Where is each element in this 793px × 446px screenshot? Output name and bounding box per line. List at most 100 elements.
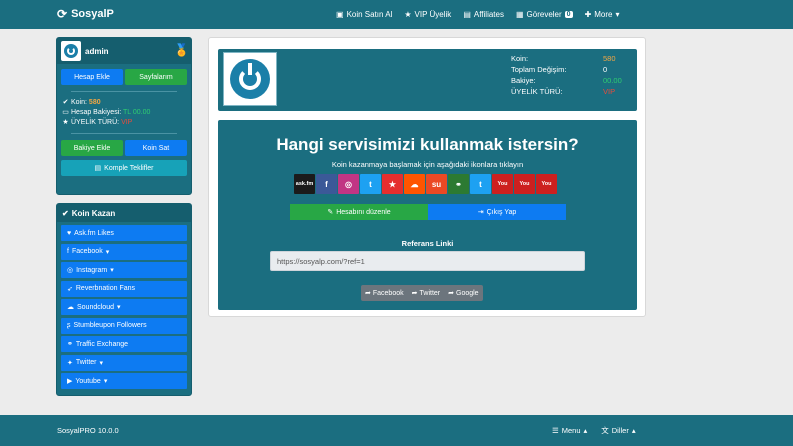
earn-list: ♥ Ask.fm Likes f Facebook ▾ ◎ Instagram ▾ ➶ Re… [57,222,191,389]
soundcloud-icon[interactable]: ☁ [404,174,425,194]
youtube-icon-2[interactable]: You [514,174,535,194]
earn-item-label: Traffic Exchange [75,340,129,348]
stumbleupon-icon[interactable]: su [426,174,447,194]
username: admin [85,46,109,56]
nav-buy-coin-label: Koin Satın Al [346,10,393,19]
youtube-icon: ▶ [67,378,73,385]
nav-vip-label: VIP Üyelik [414,10,452,19]
share-twitter-label: Twitter [419,289,441,297]
caret-up-icon: ▴ [631,426,636,435]
all-offers-button[interactable]: ▤ Komple Teklifler [61,160,187,176]
user-header: admin 🏅 [57,38,191,64]
twitter-icon-2[interactable]: t [470,174,491,194]
earn-coin-title: Koin Kazan [71,208,116,218]
share-google-button[interactable]: ➦ Google [444,285,482,301]
brand-logo[interactable]: ⟳ SosyalP [57,7,114,21]
nav-tasks[interactable]: ▦ Göreveler 0 [516,10,573,19]
profile-coin-row: Koin: 580 [511,53,622,64]
nav-vip[interactable]: ★ VIP Üyelik [404,10,451,19]
add-balance-button[interactable]: Bakiye Ekle [61,140,123,156]
profile-change-value: 0 [603,65,608,74]
logout-button[interactable]: ⇥ Çıkış Yap [428,204,566,220]
star-icon: ★ [62,119,69,126]
referral-link-input[interactable] [270,251,585,271]
edit-account-button[interactable]: ✎ Hesabını düzenle [290,204,428,220]
footer-menu[interactable]: ☰ Menu ▴ [552,425,587,436]
logout-label: Çıkış Yap [486,208,517,216]
caret-down-icon: ▾ [110,267,114,274]
main-card: Koin: 580 Toplam Değişim: 0 Bakiye: 00.00 Ü… [208,37,646,317]
nav-affiliates[interactable]: ▤ Affiliates [463,10,504,19]
earn-item-instagram[interactable]: ◎ Instagram ▾ [61,262,187,278]
my-pages-button[interactable]: Sayfalarım [125,69,187,85]
earn-coin-panel: ✔ Koin Kazan ♥ Ask.fm Likes f Facebook ▾ ◎ I… [56,203,192,396]
earn-item-label: Ask.fm Likes [74,229,114,237]
earn-item-twitter[interactable]: ✦ Twitter ▾ [61,354,187,371]
edit-account-label: Hesabını düzenle [336,208,391,216]
youtube-icon-3[interactable]: You [536,174,557,194]
main-nav: ▣ Koin Satın Al ★ VIP Üyelik ▤ Affiliate… [336,0,620,29]
check-circle-icon: ✔ [62,99,69,106]
youtube-icon[interactable]: You [492,174,513,194]
language-icon: 文 [601,426,609,435]
footer-languages-label: Diller [611,426,629,435]
membership-value: VIP [121,119,133,126]
add-account-button[interactable]: Hesap Ekle [61,69,123,85]
earn-item-stumbleupon[interactable]: ʂ Stumbleupon Followers [61,317,187,334]
link-icon: ⚭ [67,341,73,348]
traffic-icon[interactable]: ⚭ [448,174,469,194]
earn-item-reverbnation[interactable]: ➶ Reverbnation Fans [61,280,187,297]
share-button-group: ➦ Facebook ➦ Twitter ➦ Google [361,285,483,301]
profile-change-label: Toplam Değişim: [511,65,567,74]
avatar[interactable] [61,41,81,61]
profile-stats: Koin: 580 Toplam Değişim: 0 Bakiye: 00.00 Ü… [511,53,622,97]
earn-item-youtube[interactable]: ▶ Youtube ▾ [61,373,187,389]
profile-balance-label: Bakiye: [511,76,536,85]
earn-item-soundcloud[interactable]: ☁ Soundcloud ▾ [61,299,187,315]
nav-tasks-label: Göreveler [526,10,562,19]
twitter-icon: ✦ [67,359,73,367]
balance-label: Hesap Bakiyesi: [71,109,122,116]
money-icon: ▭ [62,109,69,116]
caret-down-icon: ▾ [99,359,104,367]
caret-up-icon: ▴ [583,426,588,435]
profile-membership-row: ÜYELİK TÜRÜ: VIP [511,86,622,97]
share-facebook-button[interactable]: ➦ Facebook [361,285,408,301]
service-subtitle: Koin kazanmaya başlamak için aşağıdaki i… [331,160,524,169]
facebook-icon: f [67,248,69,255]
reverbnation-icon[interactable]: ★ [382,174,403,194]
caret-down-icon: ▾ [103,378,108,385]
facebook-icon[interactable]: f [316,174,337,194]
caret-down-icon: ▾ [105,248,110,256]
nav-more[interactable]: ✚ More ▾ [585,10,620,19]
user-panel: admin 🏅 Hesap Ekle Sayfalarım ✔ Koin: 580… [56,37,192,195]
balance-button-row: Bakiye Ekle Koin Sat [57,134,191,156]
caret-down-icon: ▾ [615,10,620,19]
share-facebook-label: Facebook [372,289,404,297]
cloud-icon: ☁ [67,304,74,311]
brand-name: SosyalP [71,8,114,20]
profile-avatar[interactable] [223,52,277,106]
membership-label: ÜYELİK TÜRÜ: [71,119,120,126]
profile-balance-value: 00.00 [603,76,622,85]
earn-item-label: Facebook [71,248,103,255]
rocket-icon: ➶ [67,285,73,293]
nav-buy-coin[interactable]: ▣ Koin Satın Al [336,10,392,19]
sell-coin-button[interactable]: Koin Sat [125,140,187,156]
footer-languages[interactable]: 文 Diller ▴ [601,425,635,436]
askfm-icon[interactable]: ask.fm [294,174,315,194]
share-icon: ➦ [448,290,454,297]
earn-item-askfm[interactable]: ♥ Ask.fm Likes [61,225,187,241]
instagram-icon[interactable]: ◎ [338,174,359,194]
share-twitter-button[interactable]: ➦ Twitter [408,285,445,301]
profile-balance-row: Bakiye: 00.00 [511,75,622,86]
share-icon: ➦ [411,290,418,297]
earn-item-traffic[interactable]: ⚭ Traffic Exchange [61,336,187,352]
earn-item-label: Twitter [75,359,97,366]
profile-coin-label: Koin: [511,54,529,63]
twitter-icon[interactable]: t [360,174,381,194]
profile-change-row: Toplam Değişim: 0 [511,64,622,75]
earn-item-label: Instagram [76,266,108,274]
earn-item-facebook[interactable]: f Facebook ▾ [61,243,187,260]
profile-membership-label: ÜYELİK TÜRÜ: [511,87,563,96]
